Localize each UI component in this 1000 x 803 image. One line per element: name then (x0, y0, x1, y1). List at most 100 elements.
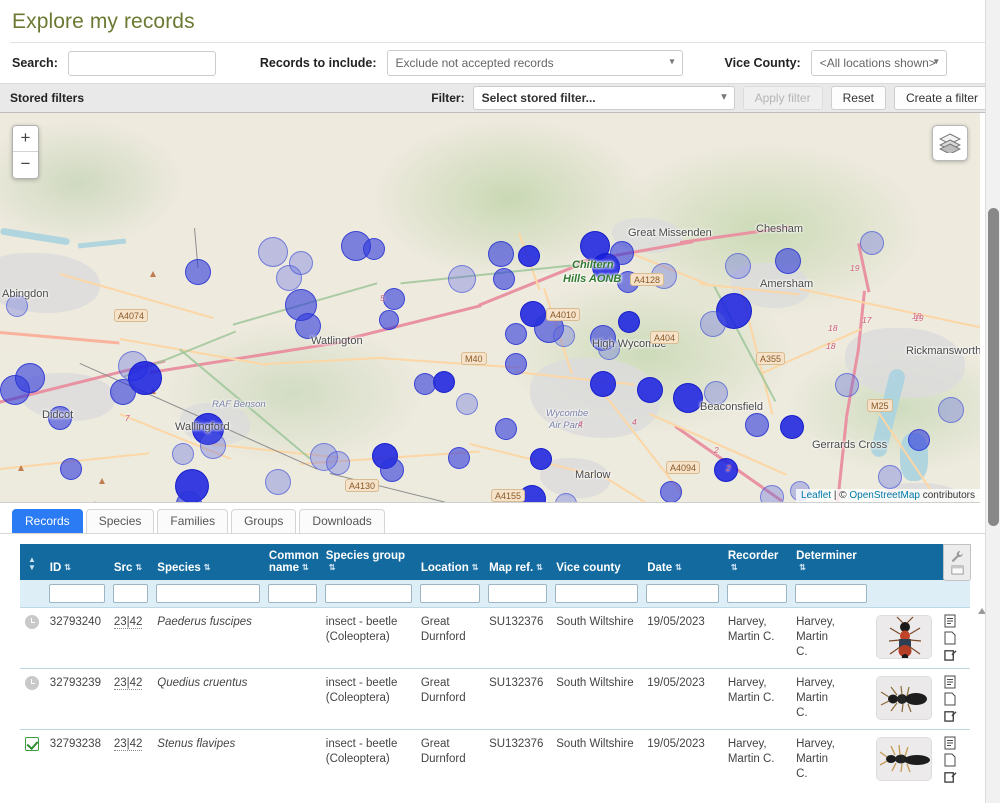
record-marker[interactable] (110, 379, 136, 405)
filter-input-location[interactable] (420, 584, 480, 603)
src-link[interactable]: 23|42 (114, 738, 143, 751)
tab-groups[interactable]: Groups (231, 509, 296, 533)
cell-thumbnail[interactable] (871, 608, 939, 669)
src-link[interactable]: 23|42 (114, 677, 143, 690)
filter-input-date[interactable] (646, 584, 719, 603)
filter-input-common-name[interactable] (268, 584, 317, 603)
col-header-vice-county[interactable]: Vice county (551, 544, 642, 580)
record-marker[interactable] (295, 313, 321, 339)
record-marker[interactable] (530, 448, 552, 470)
records-to-include-select[interactable]: Exclude not accepted records ▾ (387, 50, 683, 76)
create-filter-button[interactable]: Create a filter (894, 86, 990, 110)
edit-record-icon[interactable] (944, 648, 957, 661)
tab-species[interactable]: Species (86, 509, 155, 533)
record-details-icon[interactable] (944, 675, 956, 689)
record-marker[interactable] (380, 458, 404, 482)
record-marker[interactable] (448, 265, 476, 293)
record-marker[interactable] (598, 338, 620, 360)
record-marker[interactable] (518, 245, 540, 267)
cell-thumbnail[interactable] (871, 730, 939, 787)
col-header-id[interactable]: ID⇅ (45, 544, 109, 580)
record-marker[interactable] (745, 413, 769, 437)
species-photo-thumbnail[interactable] (876, 676, 932, 720)
record-marker[interactable] (637, 377, 663, 403)
record-marker[interactable] (265, 469, 291, 495)
filter-input-species[interactable] (156, 584, 260, 603)
record-marker[interactable] (553, 325, 575, 347)
record-marker[interactable] (456, 393, 478, 415)
record-marker[interactable] (326, 451, 350, 475)
blank-page-icon[interactable] (944, 753, 956, 767)
species-photo-thumbnail[interactable] (876, 615, 932, 659)
col-header-location[interactable]: Location⇅ (416, 544, 484, 580)
map-zoom-control[interactable]: + − (12, 125, 39, 179)
record-marker[interactable] (610, 241, 634, 265)
record-marker[interactable] (488, 241, 514, 267)
record-marker[interactable] (289, 251, 313, 275)
col-header-species[interactable]: Species⇅ (152, 544, 264, 580)
record-marker[interactable] (835, 373, 859, 397)
record-marker[interactable] (493, 268, 515, 290)
record-marker[interactable] (414, 373, 436, 395)
record-marker[interactable] (760, 485, 784, 503)
record-marker[interactable] (700, 311, 726, 337)
record-marker[interactable] (0, 375, 30, 405)
record-marker[interactable] (505, 323, 527, 345)
col-header-species-group[interactable]: Species group⇅ (321, 544, 416, 580)
record-marker[interactable] (775, 248, 801, 274)
page-scrollbar-thumb[interactable] (988, 208, 999, 526)
cell-thumbnail[interactable] (871, 669, 939, 730)
zoom-out-button[interactable]: − (13, 152, 38, 178)
filter-input-map-ref[interactable] (488, 584, 547, 603)
filter-input-src[interactable] (113, 584, 148, 603)
record-marker[interactable] (590, 371, 616, 397)
openstreetmap-link[interactable]: OpenStreetMap (849, 490, 920, 501)
map-layers-button[interactable] (932, 125, 968, 161)
table-row[interactable]: 32793240 23|42 Paederus fuscipes insect … (20, 608, 970, 669)
blank-page-icon[interactable] (944, 692, 956, 706)
record-marker[interactable] (878, 465, 902, 489)
record-marker[interactable] (379, 310, 399, 330)
search-input[interactable] (68, 51, 216, 76)
record-marker[interactable] (495, 418, 517, 440)
record-marker[interactable] (505, 353, 527, 375)
records-map[interactable]: Abingdon Didcot Wallingford RAF Benson W… (0, 113, 980, 503)
record-details-icon[interactable] (944, 614, 956, 628)
record-marker[interactable] (185, 259, 211, 285)
vice-county-select[interactable]: <All locations shown> ▾ (811, 50, 947, 76)
record-details-icon[interactable] (944, 736, 956, 750)
edit-record-icon[interactable] (944, 770, 957, 783)
record-marker[interactable] (673, 383, 703, 413)
zoom-in-button[interactable]: + (13, 126, 38, 152)
tab-families[interactable]: Families (157, 509, 228, 533)
col-header-common-name[interactable]: Common name⇅ (264, 544, 321, 580)
record-marker[interactable] (780, 415, 804, 439)
filter-input-recorder[interactable] (727, 584, 787, 603)
filter-input-vice-county[interactable] (555, 584, 638, 603)
page-scrollbar[interactable] (985, 0, 1000, 803)
table-row[interactable]: 32793238 23|42 Stenus flavipes insect - … (20, 730, 970, 787)
record-marker[interactable] (48, 406, 72, 430)
record-marker[interactable] (172, 443, 194, 465)
reset-button[interactable]: Reset (831, 86, 886, 110)
filter-input-id[interactable] (49, 584, 105, 603)
table-row[interactable]: 32793239 23|42 Quedius cruentus insect -… (20, 669, 970, 730)
record-marker[interactable] (725, 253, 751, 279)
stored-filter-select[interactable]: Select stored filter... ▾ (473, 86, 735, 110)
record-marker[interactable] (908, 429, 930, 451)
edit-record-icon[interactable] (944, 709, 957, 722)
record-marker[interactable] (258, 237, 288, 267)
record-marker[interactable] (433, 371, 455, 393)
tab-downloads[interactable]: Downloads (299, 509, 384, 533)
record-marker[interactable] (6, 295, 28, 317)
record-marker[interactable] (200, 433, 226, 459)
record-marker[interactable] (448, 447, 470, 469)
record-marker[interactable] (660, 481, 682, 503)
record-marker[interactable] (704, 381, 728, 405)
blank-page-icon[interactable] (944, 631, 956, 645)
col-header-determiner[interactable]: Determiner⇅ (791, 544, 871, 580)
map-canvas[interactable]: Abingdon Didcot Wallingford RAF Benson W… (0, 113, 980, 502)
col-header-status[interactable]: ▲▼ (20, 544, 45, 580)
record-marker[interactable] (363, 238, 385, 260)
col-header-map-ref[interactable]: Map ref.⇅ (484, 544, 551, 580)
